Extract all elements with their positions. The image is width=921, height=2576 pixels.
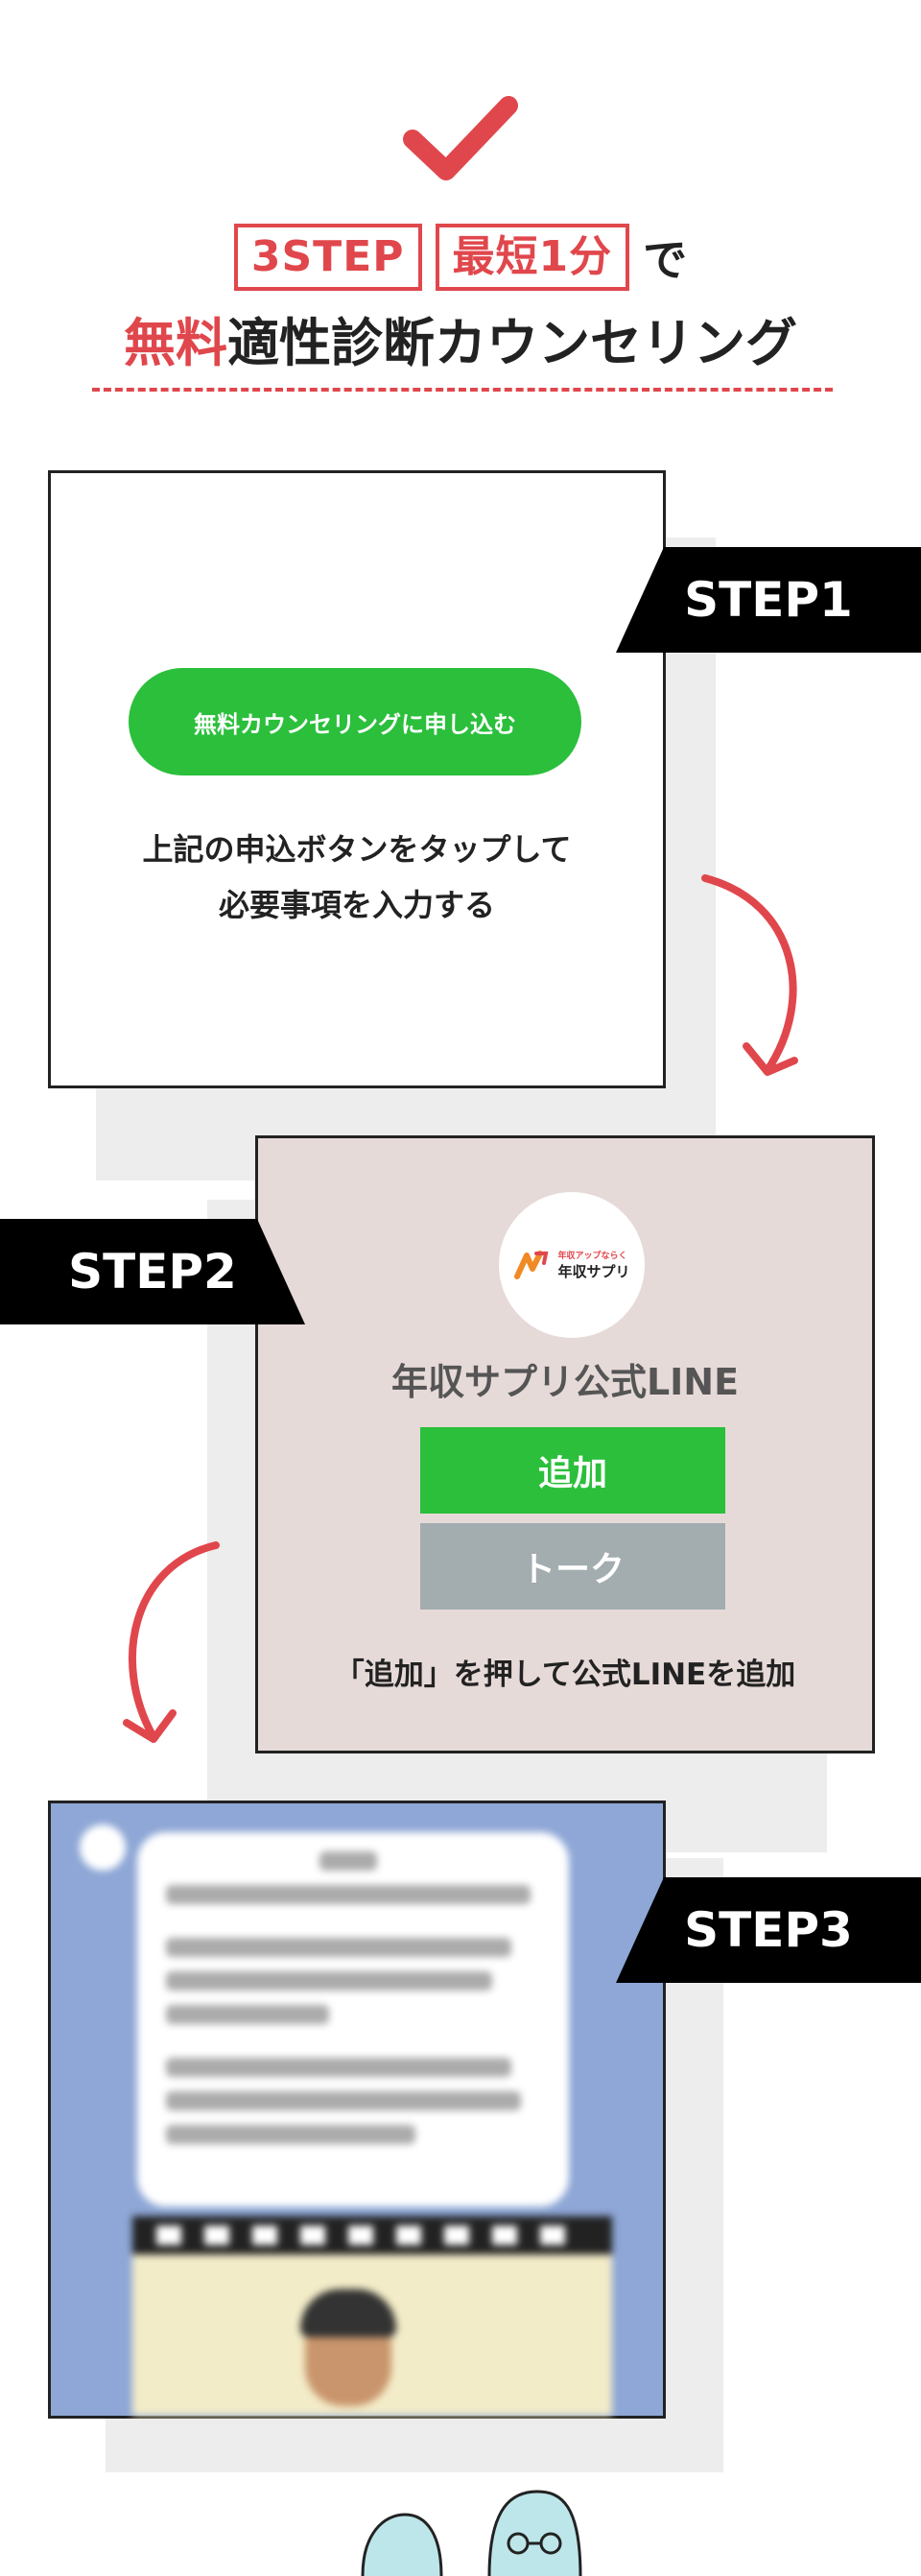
- step1-ribbon: STEP1: [616, 547, 921, 653]
- step2-instructions: 「追加」を押して公式LINEを追加: [334, 1658, 796, 1692]
- logo-wordmark: 年収アップならく 年収サプリ: [557, 1249, 629, 1281]
- headline-steps: 3STEP 最短1分 で: [0, 223, 921, 292]
- curved-arrow-icon: [701, 874, 798, 1076]
- checkmark-icon: [403, 96, 518, 180]
- step1-line1: 上記の申込ボタンをタップして: [142, 831, 572, 868]
- headline-suffix: で: [643, 234, 688, 286]
- step1-instructions: 上記の申込ボタンをタップして 必要事項を入力する: [48, 822, 666, 933]
- page-title: 無料適性診断カウンセリング: [0, 305, 921, 382]
- people-illustration-icon: [361, 2490, 582, 2576]
- line-account-title: 年収サプリ公式LINE: [390, 1361, 740, 1403]
- line-talk-button[interactable]: トーク: [420, 1523, 725, 1610]
- logo-mark-icon: [514, 1251, 549, 1279]
- step1-card: [48, 470, 666, 1088]
- badge-shortest: 最短1分: [435, 224, 630, 291]
- brand-logo: 年収アップならく 年収サプリ: [499, 1192, 645, 1338]
- apply-counseling-button[interactable]: 無料カウンセリングに申し込む: [129, 668, 581, 775]
- curved-arrow-icon: [123, 1541, 220, 1743]
- line-add-button[interactable]: 追加: [420, 1427, 725, 1514]
- step3-ribbon: STEP3: [616, 1877, 921, 1983]
- logo-name: 年収サプリ: [557, 1263, 630, 1280]
- step1-line2: 必要事項を入力する: [218, 887, 495, 923]
- logo-tagline: 年収アップならく: [557, 1252, 627, 1261]
- title-underline: [92, 388, 833, 392]
- badge-3step: 3STEP: [233, 224, 422, 291]
- chat-screenshot-image: [51, 1803, 663, 2416]
- step2-ribbon: STEP2: [0, 1219, 305, 1324]
- title-rest: 適性診断カウンセリング: [227, 313, 797, 373]
- title-free: 無料: [124, 313, 227, 373]
